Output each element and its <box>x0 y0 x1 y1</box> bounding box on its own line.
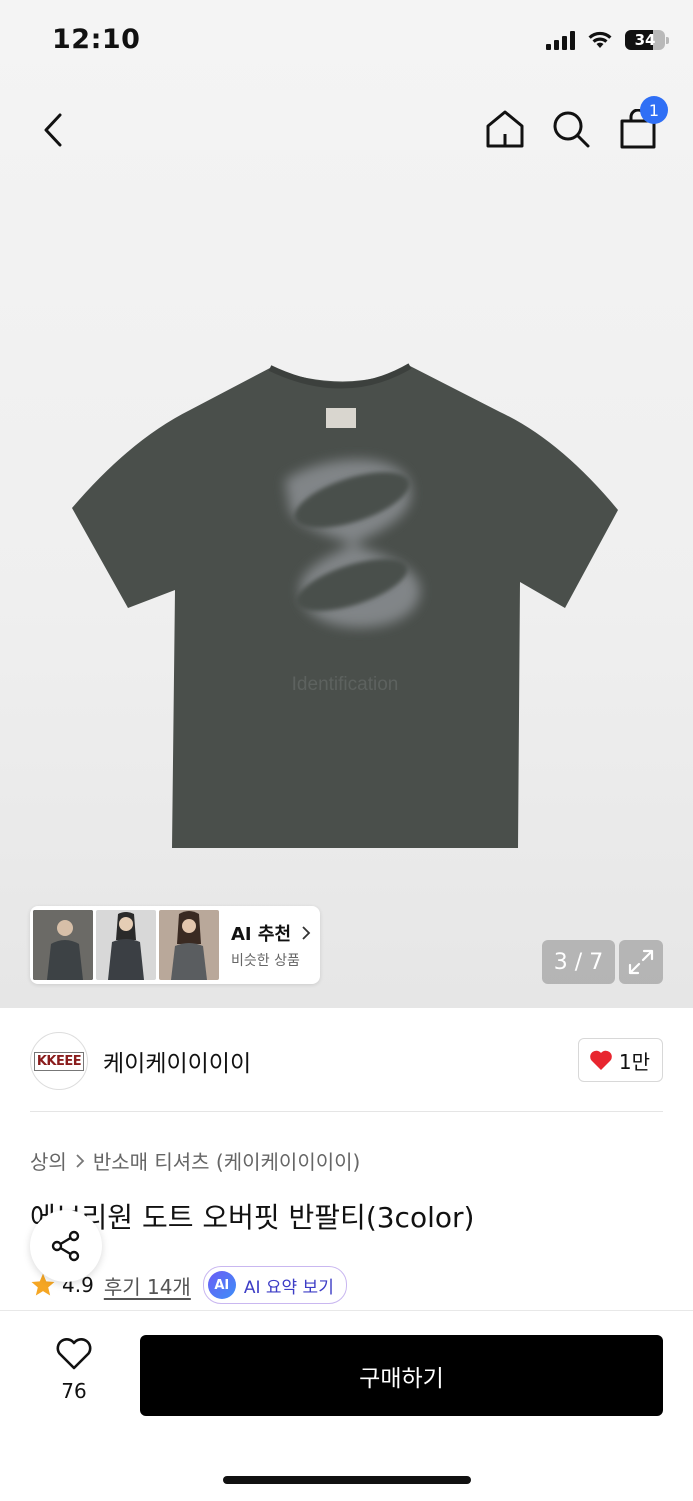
wishlist-count: 76 <box>61 1379 87 1403</box>
cellular-signal-icon <box>546 30 575 50</box>
home-button[interactable] <box>484 108 526 150</box>
home-indicator <box>223 1476 471 1484</box>
recommend-thumbnail-1[interactable] <box>33 910 93 980</box>
breadcrumb: 상의 반소매 티셔츠 (케이케이이이이) <box>30 1146 360 1175</box>
breadcrumb-subcategory[interactable]: 반소매 티셔츠 (케이케이이이이) <box>93 1146 361 1175</box>
ai-recommend-subtitle: 비슷한 상품 <box>231 953 300 969</box>
heart-filled-icon <box>590 1050 612 1070</box>
brand-row: KKEEE 케이케이이이이 1만 <box>30 1032 663 1090</box>
shirt-print-text: Identification <box>292 674 399 695</box>
ai-recommend-title: AI 추천 <box>231 924 292 945</box>
search-icon <box>553 111 590 148</box>
ai-summary-label: AI 요약 보기 <box>243 1277 334 1298</box>
expand-icon <box>628 949 654 975</box>
search-button[interactable] <box>550 108 592 150</box>
bottom-action-bar: 76 구매하기 <box>0 1310 693 1501</box>
ai-recommend-card[interactable]: AI 추천 비슷한 상품 <box>30 906 320 984</box>
cart-count-badge: 1 <box>640 96 668 124</box>
brand-name[interactable]: 케이케이이이이 <box>103 1044 251 1078</box>
status-bar: 12:10 34 <box>0 0 693 84</box>
status-time: 12:10 <box>52 24 141 55</box>
expand-button[interactable] <box>619 940 663 984</box>
cart-button[interactable]: 1 <box>618 96 668 150</box>
image-pager: 3 / 7 <box>542 940 615 984</box>
ai-summary-button[interactable]: AI AI 요약 보기 <box>202 1266 347 1304</box>
divider <box>30 1111 663 1112</box>
wishlist-button[interactable]: 76 <box>44 1337 104 1403</box>
chevron-left-icon <box>44 113 62 147</box>
battery-icon: 34 <box>625 30 669 50</box>
back-button[interactable] <box>36 110 70 150</box>
recommend-thumbnail-3[interactable] <box>159 910 219 980</box>
brand-logo[interactable]: KKEEE <box>30 1032 88 1090</box>
home-icon <box>486 110 524 148</box>
buy-button[interactable]: 구매하기 <box>140 1335 663 1416</box>
brand-logo-text: KKEEE <box>33 1051 85 1071</box>
top-nav: 1 <box>0 96 693 166</box>
battery-percent: 34 <box>634 31 656 49</box>
model-image <box>33 910 93 980</box>
brand-like-button[interactable]: 1만 <box>577 1038 663 1082</box>
chevron-right-icon <box>76 1153 85 1168</box>
heart-outline-icon <box>56 1338 92 1370</box>
product-image-gallery[interactable]: 12:10 34 1 Identification AI 추천 비슷한 상품 3… <box>0 0 693 1008</box>
brand-like-count: 1만 <box>618 1049 650 1074</box>
share-icon <box>51 1230 80 1262</box>
wifi-icon <box>588 31 612 48</box>
review-link[interactable]: 후기 14개 <box>104 1271 191 1300</box>
recommend-thumbnail-2[interactable] <box>96 910 156 980</box>
product-image[interactable]: Identification <box>0 340 693 880</box>
share-button[interactable] <box>30 1210 102 1282</box>
model-image <box>96 910 156 980</box>
breadcrumb-category[interactable]: 상의 <box>30 1146 67 1175</box>
model-image <box>159 910 219 980</box>
chevron-right-icon <box>302 926 311 940</box>
ai-badge-icon: AI <box>207 1271 236 1299</box>
